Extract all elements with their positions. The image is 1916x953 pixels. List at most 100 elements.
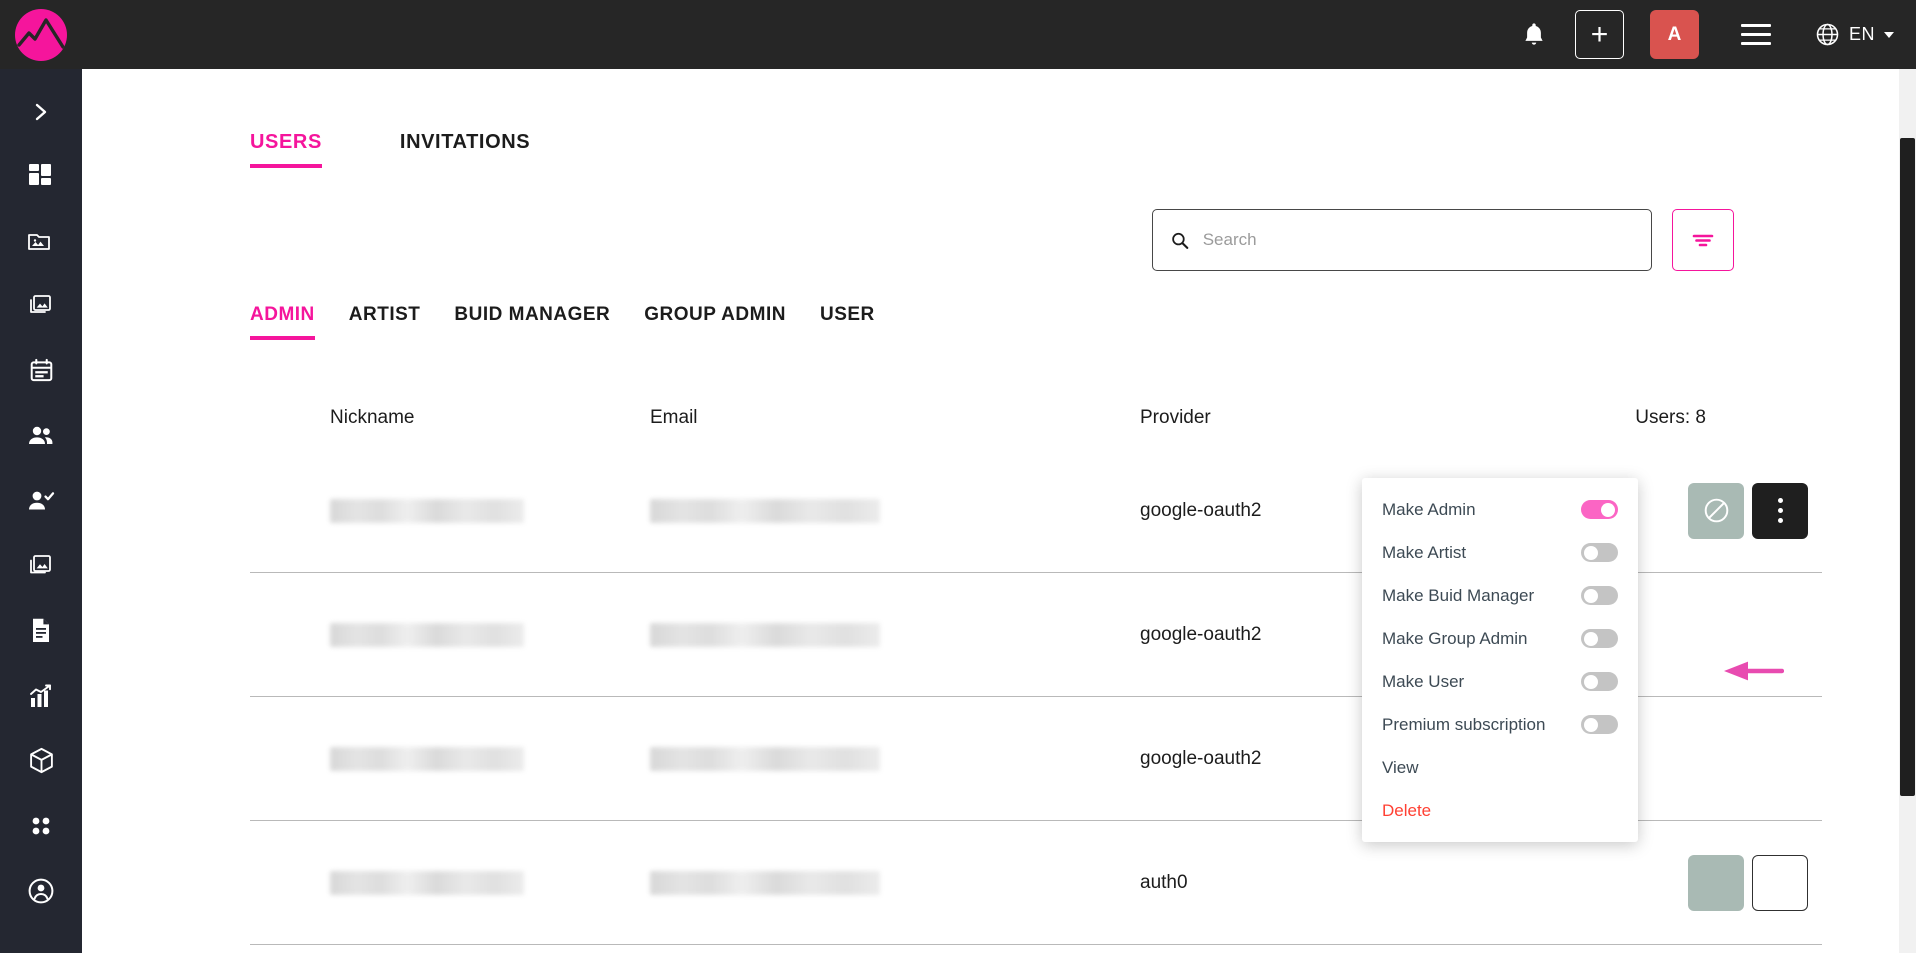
role-tab-user[interactable]: USER: [820, 304, 875, 340]
role-tab-buid-manager[interactable]: BUID MANAGER: [454, 304, 610, 340]
tab-invitations[interactable]: INVITATIONS: [400, 131, 530, 168]
tab-users[interactable]: USERS: [250, 131, 322, 168]
redacted-nickname: [330, 746, 524, 771]
toggle-make-buid-manager[interactable]: [1581, 586, 1618, 605]
cell-email: [650, 622, 1140, 647]
redacted-nickname: [330, 622, 524, 647]
app-root: + A EN USERS INVITATIONS Search ADMIN AR…: [0, 0, 1916, 953]
menu-label: Delete: [1382, 800, 1432, 820]
menu-label: View: [1382, 757, 1419, 777]
menu-item-view[interactable]: View: [1362, 746, 1638, 789]
cell-nickname: [250, 622, 650, 647]
cell-nickname: [250, 870, 650, 895]
logo-container[interactable]: [0, 0, 82, 69]
sidebar-item-dashboard[interactable]: [0, 143, 82, 208]
avatar[interactable]: A: [1649, 10, 1699, 59]
chart-icon: [30, 684, 51, 707]
redacted-email: [650, 870, 880, 895]
cell-email: [650, 870, 1140, 895]
hamburger-line: [1740, 24, 1771, 27]
row-actions: [1688, 854, 1808, 911]
sidebar-item-galleries[interactable]: [0, 208, 82, 273]
row-menu-button[interactable]: [1752, 854, 1808, 911]
grid-dots-icon: [32, 817, 50, 834]
column-header-email: Email: [650, 407, 698, 428]
block-user-button[interactable]: [1688, 854, 1744, 911]
sidebar-item-documents[interactable]: [0, 598, 82, 663]
page-scrollbar-thumb[interactable]: [1900, 138, 1915, 796]
row-menu-button[interactable]: [1752, 482, 1808, 539]
role-tab-admin[interactable]: ADMIN: [250, 304, 315, 340]
filter-button[interactable]: [1672, 209, 1734, 271]
redacted-email: [650, 746, 880, 771]
block-icon: [1704, 498, 1728, 523]
account-circle-icon: [28, 878, 54, 903]
redacted-email: [650, 622, 880, 647]
sidebar-item-apps[interactable]: [0, 793, 82, 858]
sidebar-item-approvals[interactable]: [0, 468, 82, 533]
left-arrow-annotation: [1724, 661, 1784, 681]
row-actions: [1688, 482, 1808, 539]
cell-provider: auth0: [1140, 871, 1188, 893]
document-icon: [33, 618, 49, 642]
calendar-icon: [30, 358, 52, 382]
page-scrollbar-track[interactable]: [1899, 69, 1916, 953]
cube-icon: [29, 747, 53, 774]
menu-item-make-artist[interactable]: Make Artist: [1362, 531, 1638, 574]
users-icon: [29, 426, 53, 444]
toggle-premium-subscription[interactable]: [1581, 715, 1618, 734]
sidebar-item-expand[interactable]: [0, 81, 82, 143]
toggle-make-user[interactable]: [1581, 672, 1618, 691]
hamburger-line: [1740, 42, 1771, 45]
sidebar-item-exhibitions[interactable]: [0, 533, 82, 598]
add-button[interactable]: +: [1574, 10, 1624, 59]
cell-nickname: [250, 746, 650, 771]
dashboard-icon: [29, 163, 51, 185]
search-icon: [1172, 232, 1189, 249]
search-area: [1152, 209, 1734, 271]
search-box[interactable]: [1152, 209, 1652, 271]
cell-nickname: [250, 498, 650, 523]
table-header-row: Nickname Email Provider Users: 8: [250, 387, 1822, 449]
menu-item-premium-subscription[interactable]: Premium subscription: [1362, 703, 1638, 746]
mountain-logo-icon: [17, 17, 65, 49]
notifications-button[interactable]: [1503, 0, 1565, 69]
cell-email: [650, 498, 1140, 523]
topbar-actions: + A EN: [1503, 0, 1916, 69]
hamburger-icon[interactable]: [1725, 0, 1787, 69]
menu-item-make-buid-manager[interactable]: Make Buid Manager: [1362, 574, 1638, 617]
sidebar-item-events[interactable]: [0, 338, 82, 403]
search-input[interactable]: [1202, 230, 1633, 250]
sidebar-item-account[interactable]: [0, 858, 82, 923]
menu-item-make-user[interactable]: Make User: [1362, 660, 1638, 703]
menu-label: Premium subscription: [1382, 714, 1546, 734]
language-selector[interactable]: EN: [1815, 22, 1894, 47]
filter-icon: [1692, 234, 1714, 247]
row-context-menu: Make Admin Make Artist Make Buid Manager…: [1362, 478, 1638, 842]
menu-label: Make Group Admin: [1382, 628, 1528, 648]
block-user-button[interactable]: [1688, 482, 1744, 539]
menu-item-make-admin[interactable]: Make Admin: [1362, 488, 1638, 531]
user-check-icon: [29, 491, 55, 509]
sidebar-item-packages[interactable]: [0, 728, 82, 793]
chevron-right-icon: [35, 103, 47, 121]
kebab-dot: [1777, 508, 1783, 513]
redacted-email: [650, 498, 880, 523]
kebab-dot: [1777, 498, 1783, 503]
menu-label: Make Admin: [1382, 499, 1476, 519]
role-tab-group-admin[interactable]: GROUP ADMIN: [644, 304, 786, 340]
sidebar-item-artworks[interactable]: [0, 273, 82, 338]
sidebar-item-statistics[interactable]: [0, 663, 82, 728]
toggle-make-artist[interactable]: [1581, 543, 1618, 562]
hamburger-line: [1740, 33, 1771, 36]
menu-item-make-group-admin[interactable]: Make Group Admin: [1362, 617, 1638, 660]
bell-icon: [1525, 22, 1543, 45]
table-row[interactable]: auth0 -: [250, 945, 1822, 953]
toggle-make-group-admin[interactable]: [1581, 629, 1618, 648]
role-tab-artist[interactable]: ARTIST: [349, 304, 421, 340]
menu-item-delete[interactable]: Delete: [1362, 789, 1638, 832]
redacted-nickname: [330, 870, 524, 895]
sidebar-item-users[interactable]: [0, 403, 82, 468]
toggle-make-admin[interactable]: [1581, 500, 1618, 519]
menu-label: Make Artist: [1382, 542, 1467, 562]
